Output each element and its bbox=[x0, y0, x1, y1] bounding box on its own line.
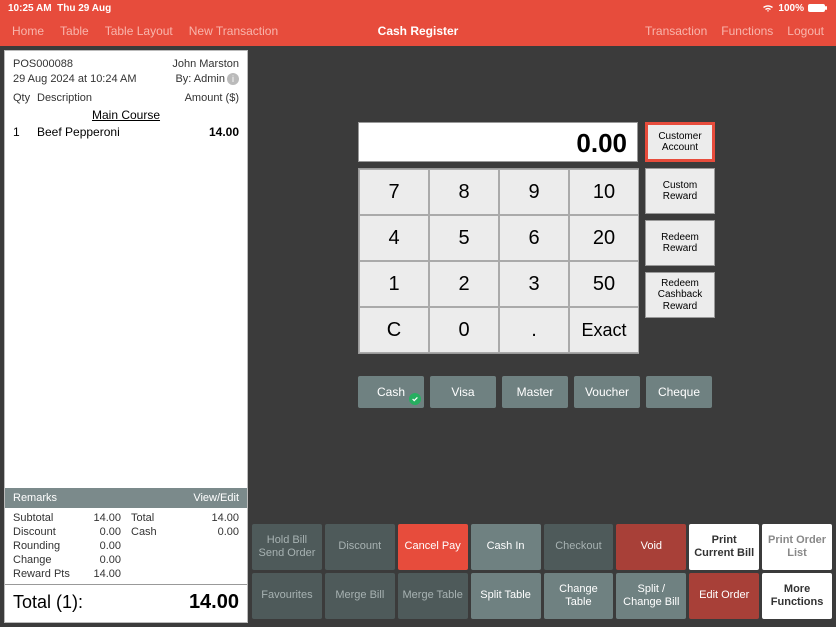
receipt-by: By: Admin bbox=[175, 73, 225, 85]
rounding-label: Rounding bbox=[13, 540, 83, 552]
remarks-action: View/Edit bbox=[193, 492, 239, 504]
grand-total-label: Total (1): bbox=[13, 592, 83, 613]
redeem-reward-button[interactable]: Redeem Reward bbox=[645, 220, 715, 266]
col-qty: Qty bbox=[13, 92, 37, 104]
nav-functions[interactable]: Functions bbox=[721, 24, 773, 38]
discount-button[interactable]: Discount bbox=[325, 524, 395, 570]
checkout-button[interactable]: Checkout bbox=[544, 524, 614, 570]
merge-bill-button[interactable]: Merge Bill bbox=[325, 573, 395, 619]
edit-order-button[interactable]: Edit Order bbox=[689, 573, 759, 619]
check-icon bbox=[409, 393, 421, 405]
hold-bill-button[interactable]: Hold Bill Send Order bbox=[252, 524, 322, 570]
nav-new-transaction[interactable]: New Transaction bbox=[189, 24, 278, 38]
more-functions-button[interactable]: More Functions bbox=[762, 573, 832, 619]
total-label: Total bbox=[131, 512, 201, 524]
battery-percent: 100% bbox=[778, 3, 804, 14]
key-7[interactable]: 7 bbox=[359, 169, 429, 215]
nav-transaction[interactable]: Transaction bbox=[645, 24, 707, 38]
nav-table[interactable]: Table bbox=[60, 24, 89, 38]
pay-visa[interactable]: Visa bbox=[430, 376, 496, 408]
receipt-id: POS000088 bbox=[13, 57, 73, 72]
grand-total-value: 14.00 bbox=[189, 591, 239, 614]
status-bar: 10:25 AM Thu 29 Aug 100% bbox=[0, 0, 836, 16]
nav-logout[interactable]: Logout bbox=[787, 24, 824, 38]
change-label: Change bbox=[13, 554, 83, 566]
pay-cheque[interactable]: Cheque bbox=[646, 376, 712, 408]
receipt-customer: John Marston bbox=[172, 57, 239, 72]
top-nav: Home Table Table Layout New Transaction … bbox=[0, 16, 836, 46]
reward-label: Reward Pts bbox=[13, 568, 83, 580]
favourites-button[interactable]: Favourites bbox=[252, 573, 322, 619]
col-desc: Description bbox=[37, 92, 169, 104]
key-5[interactable]: 5 bbox=[429, 215, 499, 261]
key-50[interactable]: 50 bbox=[569, 261, 639, 307]
split-table-button[interactable]: Split Table bbox=[471, 573, 541, 619]
battery-icon bbox=[808, 3, 828, 13]
status-time: 10:25 AM Thu 29 Aug bbox=[8, 3, 111, 14]
cash-in-button[interactable]: Cash In bbox=[471, 524, 541, 570]
receipt-item[interactable]: 1 Beef Pepperoni 14.00 bbox=[13, 124, 239, 141]
col-amt: Amount ($) bbox=[169, 92, 239, 104]
course-title: Main Course bbox=[5, 106, 247, 124]
key-20[interactable]: 20 bbox=[569, 215, 639, 261]
pay-voucher[interactable]: Voucher bbox=[574, 376, 640, 408]
cancel-pay-button[interactable]: Cancel Pay bbox=[398, 524, 468, 570]
info-icon[interactable]: i bbox=[227, 73, 239, 85]
pay-master[interactable]: Master bbox=[502, 376, 568, 408]
pay-cash[interactable]: Cash bbox=[358, 376, 424, 408]
key-exact[interactable]: Exact bbox=[569, 307, 639, 353]
void-button[interactable]: Void bbox=[616, 524, 686, 570]
key-3[interactable]: 3 bbox=[499, 261, 569, 307]
customer-account-button[interactable]: Customer Account bbox=[645, 122, 715, 162]
print-current-bill-button[interactable]: Print Current Bill bbox=[689, 524, 759, 570]
key-dot[interactable]: . bbox=[499, 307, 569, 353]
key-6[interactable]: 6 bbox=[499, 215, 569, 261]
receipt-panel: POS000088 John Marston 29 Aug 2024 at 10:… bbox=[4, 50, 248, 623]
subtotal-label: Subtotal bbox=[13, 512, 83, 524]
amount-display: 0.00 bbox=[358, 122, 638, 162]
nav-table-layout[interactable]: Table Layout bbox=[105, 24, 173, 38]
cash-label: Cash bbox=[131, 526, 201, 538]
receipt-timestamp: 29 Aug 2024 at 10:24 AM bbox=[13, 72, 137, 87]
remarks-bar[interactable]: Remarks View/Edit bbox=[5, 488, 247, 508]
key-2[interactable]: 2 bbox=[429, 261, 499, 307]
discount-label: Discount bbox=[13, 526, 83, 538]
key-10[interactable]: 10 bbox=[569, 169, 639, 215]
key-9[interactable]: 9 bbox=[499, 169, 569, 215]
key-8[interactable]: 8 bbox=[429, 169, 499, 215]
key-1[interactable]: 1 bbox=[359, 261, 429, 307]
nav-home[interactable]: Home bbox=[12, 24, 44, 38]
print-order-list-button[interactable]: Print Order List bbox=[762, 524, 832, 570]
remarks-label: Remarks bbox=[13, 492, 57, 504]
key-clear[interactable]: C bbox=[359, 307, 429, 353]
key-0[interactable]: 0 bbox=[429, 307, 499, 353]
wifi-icon bbox=[762, 3, 774, 13]
redeem-cashback-button[interactable]: Redeem Cashback Reward bbox=[645, 272, 715, 318]
numeric-keypad: 7 8 9 10 4 5 6 20 1 2 3 50 C 0 . Exact bbox=[358, 168, 639, 354]
split-change-bill-button[interactable]: Split / Change Bill bbox=[616, 573, 686, 619]
custom-reward-button[interactable]: Custom Reward bbox=[645, 168, 715, 214]
key-4[interactable]: 4 bbox=[359, 215, 429, 261]
page-title: Cash Register bbox=[378, 24, 459, 38]
change-table-button[interactable]: Change Table bbox=[544, 573, 614, 619]
merge-table-button[interactable]: Merge Table bbox=[398, 573, 468, 619]
